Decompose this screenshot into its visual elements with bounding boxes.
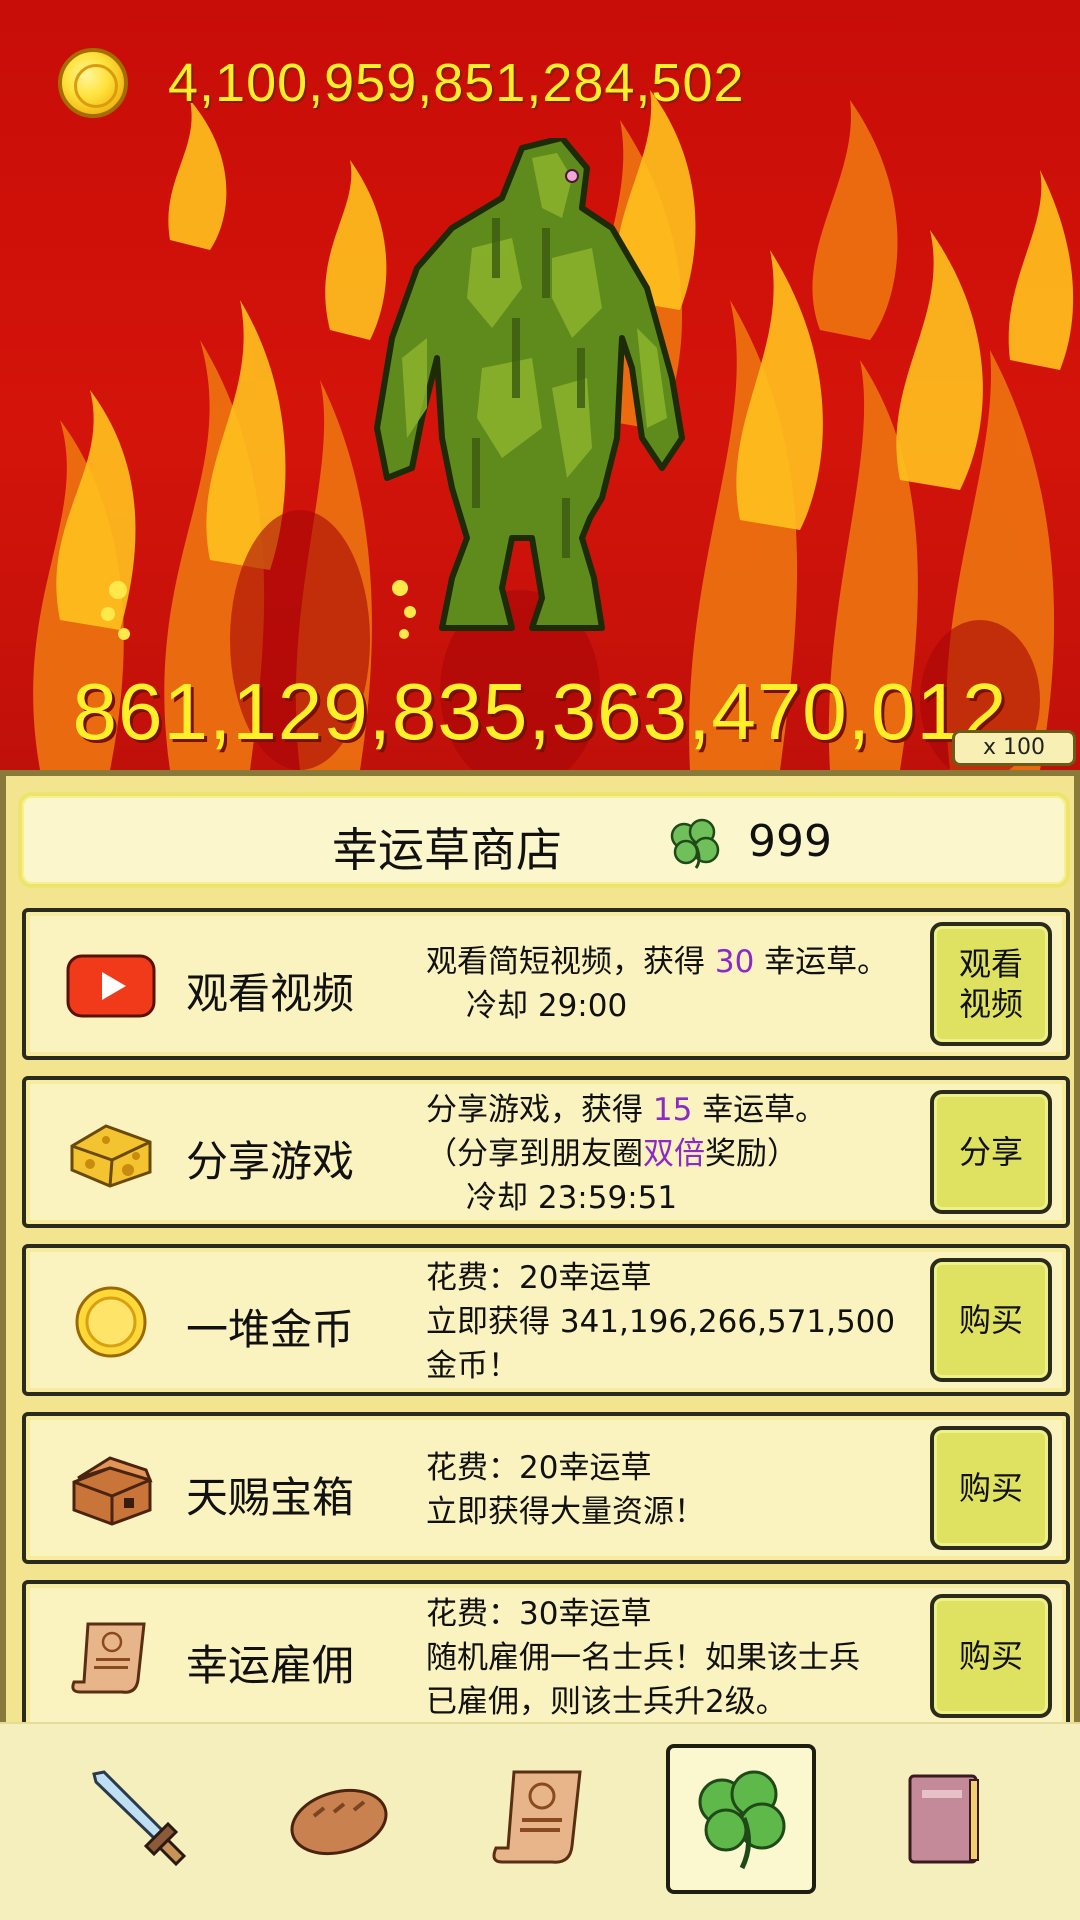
buy-hire-button[interactable]: 购买 xyxy=(930,1594,1052,1718)
book-icon xyxy=(908,1774,979,1864)
bread-icon xyxy=(290,1788,388,1856)
nav-tab-hire[interactable] xyxy=(466,1744,616,1894)
item-name: 幸运雇佣 xyxy=(186,1641,355,1690)
nav-tab-clover-shop[interactable] xyxy=(666,1744,816,1894)
cheese-icon xyxy=(70,1124,152,1188)
shop-item-lucky-hire: 幸运雇佣 花费：30幸运草 随机雇佣一名士兵！如果该士兵 已雇佣，则该士兵升2级… xyxy=(22,1580,1070,1732)
sword-icon xyxy=(92,1770,187,1867)
item-description: 观看简短视频，获得 30 幸运草。 冷却 29:00 xyxy=(426,944,889,1024)
shop-item-list[interactable]: 观看视频 观看简短视频，获得 30 幸运草。 冷却 29:00 观看 视频 分享游… xyxy=(22,908,1070,1738)
nav-tab-book[interactable] xyxy=(868,1744,1018,1894)
gold-counter: 4,100,959,851,284,502 xyxy=(58,46,745,120)
shop-title: 幸运草商店 xyxy=(332,823,562,877)
item-name: 一堆金币 xyxy=(186,1305,355,1354)
buy-gold-button[interactable]: 购买 xyxy=(930,1258,1052,1382)
shop-item-gold-pile: 一堆金币 花费：20幸运草 立即获得 341,196,266,571,500 金… xyxy=(22,1244,1070,1396)
treasure-chest-icon xyxy=(72,1456,153,1526)
clover-icon xyxy=(698,1770,786,1870)
share-button[interactable]: 分享 xyxy=(930,1090,1052,1214)
gold-coin-icon xyxy=(58,48,128,118)
shop-item-share-game: 分享游戏 分享游戏，获得 15 幸运草。 （分享到朋友圈双倍奖励） 冷却 23:… xyxy=(22,1076,1070,1228)
tap-multiplier-button[interactable]: x 100 xyxy=(952,730,1076,766)
item-description: 花费：20幸运草 立即获得大量资源！ xyxy=(426,1450,705,1530)
clover-icon xyxy=(670,818,720,869)
buy-chest-button[interactable]: 购买 xyxy=(930,1426,1052,1550)
item-description: 花费：20幸运草 立即获得 341,196,266,571,500 金币！ xyxy=(426,1260,896,1384)
shop-item-watch-video: 观看视频 观看简短视频，获得 30 幸运草。 冷却 29:00 观看 视频 xyxy=(22,908,1070,1060)
video-play-icon xyxy=(66,954,156,1018)
scroll-icon xyxy=(492,1770,582,1864)
shop-item-treasure-chest: 天赐宝箱 花费：20幸运草 立即获得大量资源！ 购买 xyxy=(22,1412,1070,1564)
watch-video-button[interactable]: 观看 视频 xyxy=(930,922,1052,1046)
item-name: 天赐宝箱 xyxy=(186,1473,355,1522)
nav-tab-food[interactable] xyxy=(264,1744,414,1894)
shop-header: 幸运草商店 999 xyxy=(18,792,1070,888)
clover-count: 999 xyxy=(748,816,832,867)
battle-area[interactable]: 4,100,959,851,284,502 861,129,835,363,47… xyxy=(0,0,1080,770)
monster-hp: 861,129,835,363,470,012 xyxy=(72,667,1008,756)
item-name: 分享游戏 xyxy=(186,1137,355,1186)
item-name: 观看视频 xyxy=(186,969,355,1018)
swamp-monster[interactable] xyxy=(372,138,702,638)
item-description: 花费：30幸运草 随机雇佣一名士兵！如果该士兵 已雇佣，则该士兵升2级。 xyxy=(426,1596,860,1720)
nav-tab-weapons[interactable] xyxy=(64,1744,214,1894)
gold-coin-icon xyxy=(75,1286,147,1358)
item-description: 分享游戏，获得 15 幸运草。 （分享到朋友圈双倍奖励） 冷却 23:59:51 xyxy=(426,1092,827,1216)
bottom-nav xyxy=(0,1722,1080,1920)
scroll-icon xyxy=(71,1622,146,1694)
gold-amount: 4,100,959,851,284,502 xyxy=(168,53,745,113)
